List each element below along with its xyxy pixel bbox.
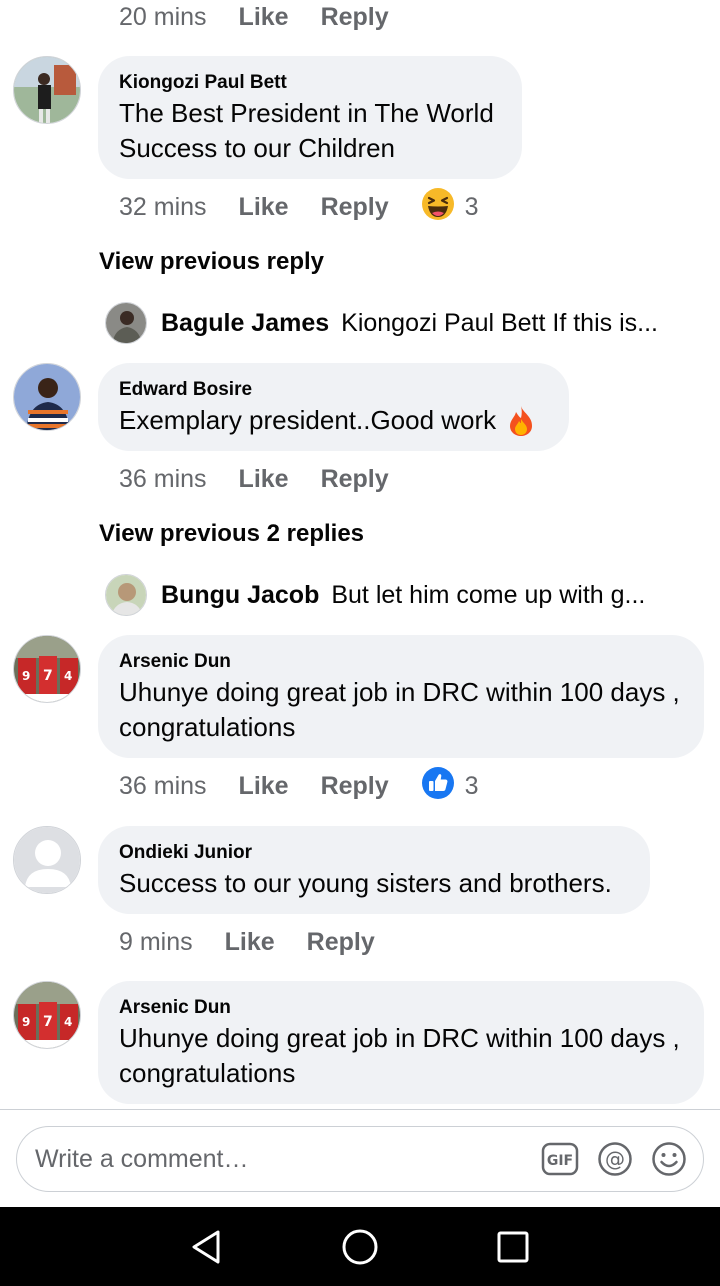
comment-composer[interactable]: Write a comment… GIF @ — [16, 1126, 704, 1192]
comment-bubble[interactable]: Arsenic Dun Uhunye doing great job in DR… — [98, 635, 704, 758]
svg-text:9: 9 — [22, 1015, 30, 1029]
comment-time: 9 mins — [119, 927, 193, 956]
comment-actions: 36 mins Like Reply 3 — [119, 766, 479, 803]
comment-text: Uhunye doing great job in DRC within 100… — [119, 677, 680, 707]
like-button[interactable]: Like — [239, 465, 289, 494]
composer-actions: GIF @ — [523, 1141, 687, 1177]
home-icon[interactable] — [340, 1227, 380, 1267]
commenter-name[interactable]: Arsenic Dun — [119, 995, 682, 1021]
comment-bubble[interactable]: Arsenic Dun Uhunye doing great job in DR… — [98, 981, 704, 1104]
fire-emoji-icon — [506, 405, 536, 437]
like-button[interactable]: Like — [239, 772, 289, 801]
comment-text: congratulations — [119, 1058, 296, 1088]
avatar[interactable]: 9 7 4 — [13, 981, 81, 1049]
comment-bubble[interactable]: Kiongozi Paul Bett The Best President in… — [98, 56, 522, 179]
avatar[interactable] — [13, 56, 81, 124]
reply-button[interactable]: Reply — [307, 928, 375, 957]
commenter-name[interactable]: Kiongozi Paul Bett — [119, 70, 500, 96]
svg-text:@: @ — [605, 1147, 625, 1171]
avatar[interactable] — [105, 574, 147, 616]
comment-text-line: Exemplary president..Good work — [119, 405, 497, 435]
comment-time: 20 mins — [119, 2, 207, 31]
comment-text: Success to our young sisters and brother… — [119, 868, 612, 898]
emoji-icon[interactable] — [651, 1141, 687, 1177]
svg-text:GIF: GIF — [547, 1153, 573, 1169]
like-button[interactable]: Like — [225, 928, 275, 957]
comment-bubble[interactable]: Ondieki Junior Success to our young sist… — [98, 826, 650, 914]
back-icon[interactable] — [186, 1227, 226, 1267]
svg-text:9: 9 — [22, 669, 30, 683]
avatar[interactable]: 9 7 4 — [13, 635, 81, 703]
reaction-summary[interactable]: 3 — [421, 766, 479, 807]
reply-text: But let him come up with g... — [331, 580, 646, 609]
svg-text:4: 4 — [64, 1015, 72, 1029]
reply-author-name[interactable]: Bungu Jacob — [161, 581, 319, 610]
like-button[interactable]: Like — [239, 193, 289, 222]
like-icon — [421, 766, 455, 807]
reply-button[interactable]: Reply — [321, 465, 389, 494]
comment-text: Exemplary president..Good work — [119, 403, 547, 438]
reply-preview[interactable]: Bagule James Kiongozi Paul Bett If this … — [105, 302, 658, 344]
commenter-name[interactable]: Ondieki Junior — [119, 840, 628, 866]
comment-time: 36 mins — [119, 464, 207, 493]
reply-author-name[interactable]: Bagule James — [161, 309, 329, 338]
system-navigation-bar — [0, 1207, 720, 1286]
recent-apps-icon[interactable] — [493, 1227, 533, 1267]
mention-icon[interactable]: @ — [597, 1141, 633, 1177]
view-previous-replies-link[interactable]: View previous reply — [99, 248, 324, 276]
comment-text: congratulations — [119, 712, 296, 742]
view-previous-replies-link[interactable]: View previous 2 replies — [99, 520, 364, 548]
gif-icon[interactable]: GIF — [541, 1142, 579, 1176]
haha-icon — [421, 187, 455, 228]
comment-actions: 20 mins Like Reply — [119, 0, 421, 34]
comment-actions: 32 mins Like Reply 3 — [119, 187, 479, 224]
like-button[interactable]: Like — [239, 3, 289, 32]
comment-input[interactable]: Write a comment… — [35, 1145, 523, 1174]
avatar[interactable] — [13, 826, 81, 894]
commenter-name[interactable]: Edward Bosire — [119, 377, 547, 403]
svg-text:7: 7 — [43, 668, 53, 684]
comment-actions: 36 mins Like Reply — [119, 462, 421, 496]
reply-text: Kiongozi Paul Bett If this is... — [341, 308, 658, 337]
comment-time: 36 mins — [119, 771, 207, 800]
divider — [0, 1109, 720, 1110]
svg-text:7: 7 — [43, 1014, 53, 1030]
svg-text:4: 4 — [64, 669, 72, 683]
reaction-count: 3 — [464, 771, 479, 800]
reaction-summary[interactable]: 3 — [421, 187, 479, 228]
reaction-count: 3 — [464, 192, 479, 221]
comment-text: Success to our Children — [119, 133, 396, 163]
comment-time: 32 mins — [119, 192, 207, 221]
reply-button[interactable]: Reply — [321, 3, 389, 32]
comment-actions: 9 mins Like Reply — [119, 925, 407, 959]
reply-preview[interactable]: Bungu Jacob But let him come up with g..… — [105, 574, 645, 616]
reply-button[interactable]: Reply — [321, 772, 389, 801]
commenter-name[interactable]: Arsenic Dun — [119, 649, 682, 675]
comment-bubble[interactable]: Edward Bosire Exemplary president..Good … — [98, 363, 569, 451]
avatar[interactable] — [13, 363, 81, 431]
reply-button[interactable]: Reply — [321, 193, 389, 222]
avatar[interactable] — [105, 302, 147, 344]
comment-text: The Best President in The World — [119, 98, 494, 128]
comment-text: Uhunye doing great job in DRC within 100… — [119, 1023, 680, 1053]
